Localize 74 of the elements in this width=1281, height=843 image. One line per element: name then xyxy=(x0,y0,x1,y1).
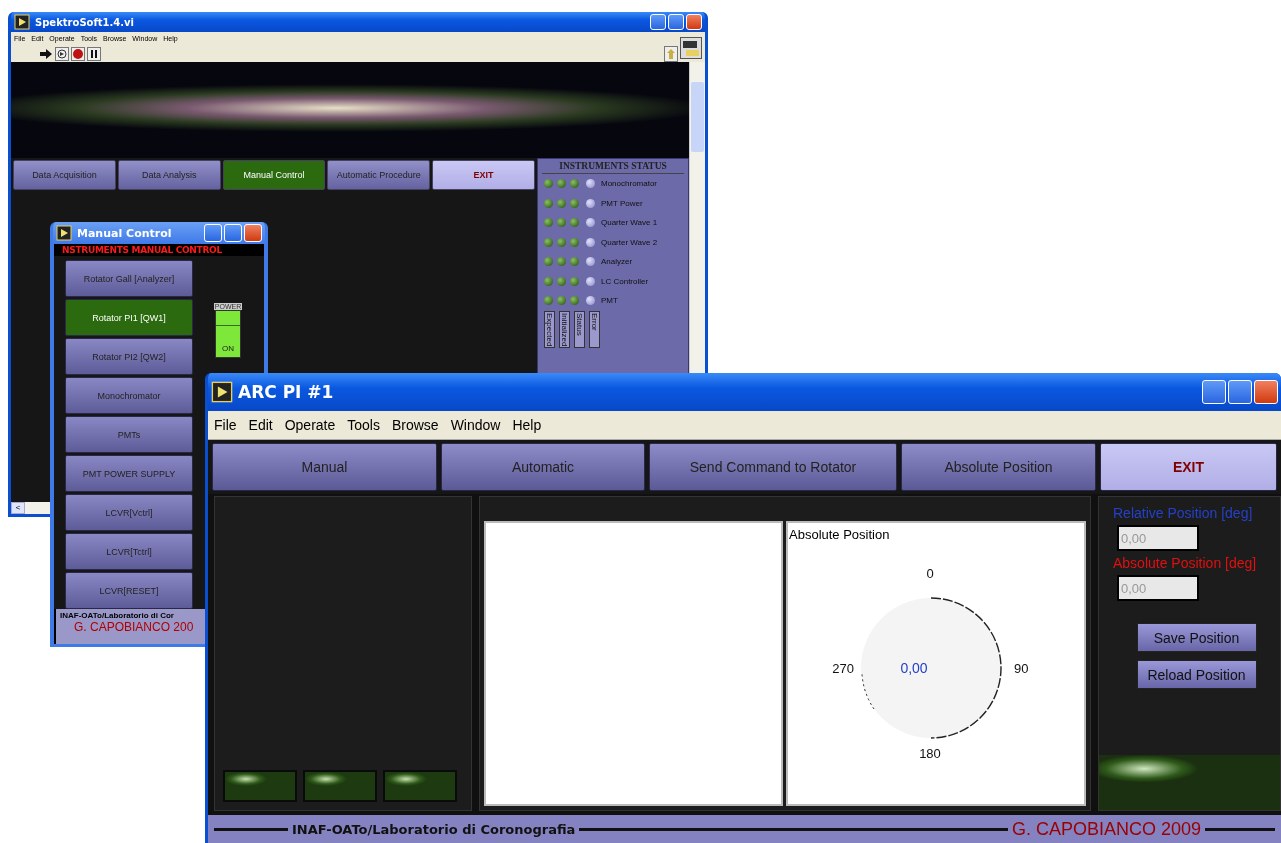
nav-button[interactable]: LCVR[RESET] xyxy=(65,572,193,609)
panel-title: INSTRUMENTS STATUS xyxy=(542,161,684,174)
author-text: G. CAPOBIANCO 2009 xyxy=(1011,818,1201,840)
footer-text: INAF-OATo/Laboratorio di Coronografia xyxy=(292,821,576,837)
nav-button[interactable]: Monochromator xyxy=(65,377,193,414)
dial-tick-label: 180 xyxy=(919,746,941,761)
instrument-label: Quarter Wave 1 xyxy=(601,218,658,228)
author-text: G. CAPOBIANCO 200 xyxy=(73,620,195,634)
nav-button[interactable]: Manual xyxy=(212,443,437,491)
instrument-label: Quarter Wave 2 xyxy=(601,237,658,247)
menu-item[interactable]: Edit xyxy=(248,417,273,433)
position-button[interactable]: Save Position xyxy=(1136,623,1257,652)
dial-title: Absolute Position xyxy=(788,526,891,542)
footer-text: INAF-OATo/Laboratorio di Cor xyxy=(60,611,175,620)
nav-button[interactable]: Send Command to Rotator xyxy=(649,443,897,491)
dial-value: 0,00 xyxy=(900,660,928,676)
nav-button[interactable]: Rotator PI1 [QW1] xyxy=(65,299,193,336)
field-label: Absolute Position [deg] xyxy=(1112,555,1258,571)
app-icon xyxy=(211,381,233,403)
nav-button[interactable]: Automatic xyxy=(441,443,645,491)
power-switch[interactable]: ON xyxy=(215,310,241,358)
run-continuous-icon[interactable] xyxy=(55,46,69,61)
nav-button[interactable]: Data Acquisition xyxy=(13,160,116,190)
minimize-button[interactable] xyxy=(1202,380,1226,404)
menu-item[interactable]: Browse xyxy=(391,417,439,433)
nav-button[interactable]: LCVR[Tctrl] xyxy=(65,533,193,570)
position-button[interactable]: Reload Position xyxy=(1136,660,1257,689)
run-arrow-icon[interactable] xyxy=(39,47,53,60)
window-title: SpektroSoft1.4.vi xyxy=(35,16,136,28)
dial-tick-label: 270 xyxy=(832,661,854,676)
close-button[interactable] xyxy=(686,14,702,30)
menu-item[interactable]: File xyxy=(214,417,237,433)
minimize-button[interactable] xyxy=(650,14,666,30)
close-button[interactable] xyxy=(244,224,262,242)
column-label: Status xyxy=(574,310,585,348)
dial-tick-label: 90 xyxy=(1014,661,1029,676)
maximize-button[interactable] xyxy=(224,224,242,242)
instrument-label: PMT Power xyxy=(601,198,643,208)
column-label: Initialized xyxy=(559,310,570,348)
nav-button[interactable]: Absolute Position xyxy=(901,443,1096,491)
nav-button[interactable]: Rotator Gall [Analyzer] xyxy=(65,260,193,297)
close-button[interactable] xyxy=(1254,380,1278,404)
nav-button[interactable]: Automatic Procedure xyxy=(327,160,431,190)
nav-button[interactable]: Data Analysis xyxy=(117,160,221,190)
vi-icon xyxy=(680,36,702,59)
column-label: Error xyxy=(589,310,600,348)
nav-button[interactable]: LCVR[Vctrl] xyxy=(65,494,193,531)
instrument-label: Analyzer xyxy=(601,257,633,267)
app-icon xyxy=(14,14,30,30)
app-icon xyxy=(56,225,72,241)
field-label: Relative Position [deg] xyxy=(1112,505,1254,521)
instrument-label: Monochromator xyxy=(601,179,658,189)
menu-item[interactable]: Operate xyxy=(284,417,336,433)
instrument-label: LC Controller xyxy=(601,276,649,286)
nav-button[interactable]: PMT POWER SUPPLY xyxy=(65,455,193,492)
window-title: Manual Control xyxy=(77,226,173,240)
pause-icon[interactable] xyxy=(87,46,101,61)
maximize-button[interactable] xyxy=(1228,380,1252,404)
dial-tick-label: 0 xyxy=(926,566,934,581)
instrument-label: PMT xyxy=(601,296,618,306)
window-title: ARC PI #1 xyxy=(238,382,335,402)
menu-item[interactable]: Help xyxy=(512,417,542,433)
nav-button[interactable]: Rotator PI2 [QW2] xyxy=(65,338,193,375)
maximize-button[interactable] xyxy=(668,14,684,30)
panel-title: NSTRUMENTS MANUAL CONTROL xyxy=(54,244,264,256)
minimize-button[interactable] xyxy=(204,224,222,242)
stop-icon[interactable] xyxy=(71,46,85,61)
nav-button[interactable]: EXIT xyxy=(432,160,535,190)
nav-button[interactable]: PMTs xyxy=(65,416,193,453)
nav-button[interactable]: Manual Control xyxy=(222,160,326,190)
column-label: Expected xyxy=(544,310,555,348)
menu-item[interactable]: Tools xyxy=(347,417,380,433)
menu-item[interactable]: Window xyxy=(450,417,501,433)
nav-button[interactable]: EXIT xyxy=(1100,443,1277,491)
